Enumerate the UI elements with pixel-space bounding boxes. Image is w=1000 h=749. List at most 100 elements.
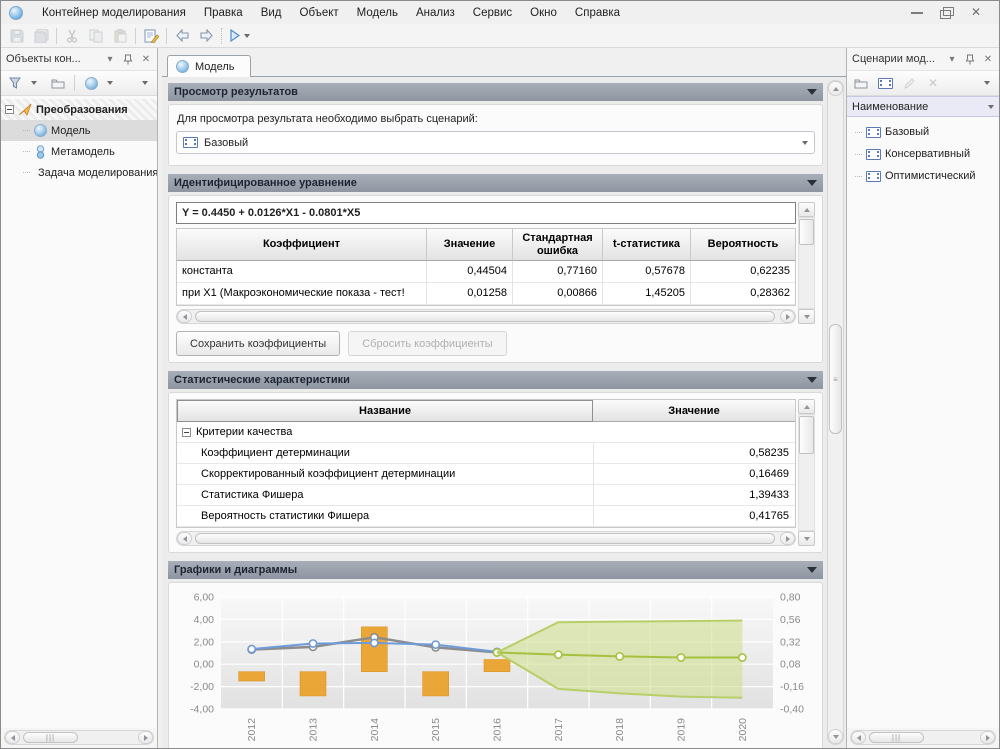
scroll-thumb[interactable]: ≡ [829,324,842,434]
stats-hscrollbar[interactable] [176,531,796,546]
edit-scenario-button[interactable] [898,73,920,93]
scroll-right-button[interactable] [780,532,795,545]
model-view-dropdown-arrow[interactable] [107,81,113,85]
scenario-item-optimistic[interactable]: Оптимистический [847,165,999,187]
scroll-track[interactable] [798,217,815,309]
collapse-icon[interactable] [5,105,14,114]
table-cell[interactable]: 0,77160 [513,261,603,283]
stats-row[interactable]: Статистика Фишера [177,485,593,506]
forward-button[interactable] [194,25,218,46]
scroll-track[interactable]: ||| [867,731,979,744]
scroll-thumb[interactable]: ||| [23,732,78,743]
scroll-right-button[interactable] [980,731,995,744]
edit-notes-button[interactable] [139,25,163,46]
scroll-right-button[interactable] [780,310,795,323]
paste-button[interactable] [108,25,132,46]
toolbar-overflow-arrow[interactable] [984,81,990,85]
col-header[interactable]: t-статистика [603,229,691,261]
restore-button[interactable] [939,7,955,19]
scroll-track[interactable] [193,532,779,545]
collapse-arrow-icon[interactable] [807,377,817,383]
section-charts-header[interactable]: Графики и диаграммы [168,561,823,579]
scroll-track[interactable] [193,310,779,323]
menu-help[interactable]: Справка [566,4,629,22]
col-header[interactable]: Коэффициент [177,229,427,261]
col-header[interactable]: Значение [593,400,795,422]
filter-button[interactable] [4,73,26,93]
table-cell[interactable]: 0,57678 [603,261,691,283]
col-header[interactable]: Стандартная ошибка [513,229,603,261]
panel-close-icon[interactable]: ✕ [982,54,994,65]
tree-item-metamodel[interactable]: Метамодель [1,141,157,162]
panel-close-icon[interactable]: ✕ [140,54,152,65]
panel-menu-arrow-icon[interactable]: ▾ [946,54,958,65]
scroll-thumb[interactable] [799,416,814,454]
scroll-thumb[interactable]: ||| [869,732,924,743]
copy-button[interactable] [84,25,108,46]
cut-button[interactable] [60,25,84,46]
section-equation-header[interactable]: Идентифицированное уравнение [168,174,823,192]
col-header[interactable]: Название [177,400,593,422]
scroll-down-button[interactable] [798,531,815,546]
scroll-up-button[interactable] [828,81,843,96]
scroll-track[interactable] [798,414,815,531]
menu-model[interactable]: Модель [348,4,407,22]
scenario-item-conservative[interactable]: Консервативный [847,143,999,165]
scroll-thumb[interactable] [799,219,814,245]
stats-row[interactable]: Вероятность статистики Фишера [177,506,593,527]
filter-dropdown-arrow[interactable] [31,81,37,85]
scenario-item-base[interactable]: Базовый [847,121,999,143]
combo-dropdown-arrow[interactable] [802,141,808,145]
stats-value[interactable]: 0,58235 [593,443,795,464]
reset-coefficients-button[interactable]: Сбросить коэффициенты [348,331,506,356]
scroll-track[interactable]: ||| [21,731,137,744]
folder-button[interactable] [47,73,69,93]
coefficients-vscrollbar[interactable] [798,202,815,324]
panel-menu-arrow-icon[interactable]: ▾ [104,54,116,65]
name-column-header[interactable]: Наименование [847,96,999,117]
folder-button[interactable] [850,73,872,93]
pin-icon[interactable] [964,54,976,65]
tree-item-modeling-task[interactable]: Задача моделирования [1,162,157,183]
stats-group-row[interactable]: Критерии качества [177,422,795,443]
scroll-left-button[interactable] [851,731,866,744]
menu-edit[interactable]: Правка [195,4,252,22]
save-all-button[interactable] [29,25,53,46]
column-dropdown-arrow[interactable] [988,105,994,109]
col-header[interactable]: Значение [427,229,513,261]
run-dropdown-arrow[interactable] [244,34,250,38]
toolbar-overflow-arrow[interactable] [142,81,148,85]
save-coefficients-button[interactable]: Сохранить коэффициенты [176,331,340,356]
menu-analysis[interactable]: Анализ [407,4,464,22]
scroll-track[interactable]: ≡ [828,97,843,728]
tree-item-transformations[interactable]: Преобразования [1,99,157,120]
stats-vscrollbar[interactable] [798,399,815,546]
table-cell[interactable]: 0,00866 [513,283,603,305]
pin-icon[interactable] [122,54,134,65]
save-button[interactable] [5,25,29,46]
collapse-arrow-icon[interactable] [807,89,817,95]
scenarios-hscrollbar[interactable]: ||| [850,730,996,745]
delete-scenario-button[interactable]: ✕ [922,73,944,93]
stats-row[interactable]: Скорректированный коэффициент детерминац… [177,464,593,485]
menu-window[interactable]: Окно [521,4,566,22]
scroll-up-button[interactable] [798,399,815,414]
stats-value[interactable]: 0,41765 [593,506,795,527]
table-cell[interactable]: 0,62235 [691,261,795,283]
scroll-down-button[interactable] [828,729,843,744]
back-button[interactable] [170,25,194,46]
model-view-button[interactable] [80,73,102,93]
minimize-button[interactable] [909,7,925,19]
stats-row[interactable]: Коэффициент детерминации [177,443,593,464]
menu-object[interactable]: Объект [291,4,348,22]
scroll-thumb[interactable] [195,533,775,544]
section-results-header[interactable]: Просмотр результатов [168,83,823,101]
collapse-arrow-icon[interactable] [807,180,817,186]
table-cell[interactable]: при X1 (Макроэкономические показа - тест… [177,283,427,305]
col-header[interactable]: Вероятность [691,229,795,261]
collapse-arrow-icon[interactable] [807,567,817,573]
tab-model[interactable]: Модель [167,55,251,77]
scroll-left-button[interactable] [177,310,192,323]
table-cell[interactable]: 0,28362 [691,283,795,305]
add-scenario-button[interactable] [874,73,896,93]
